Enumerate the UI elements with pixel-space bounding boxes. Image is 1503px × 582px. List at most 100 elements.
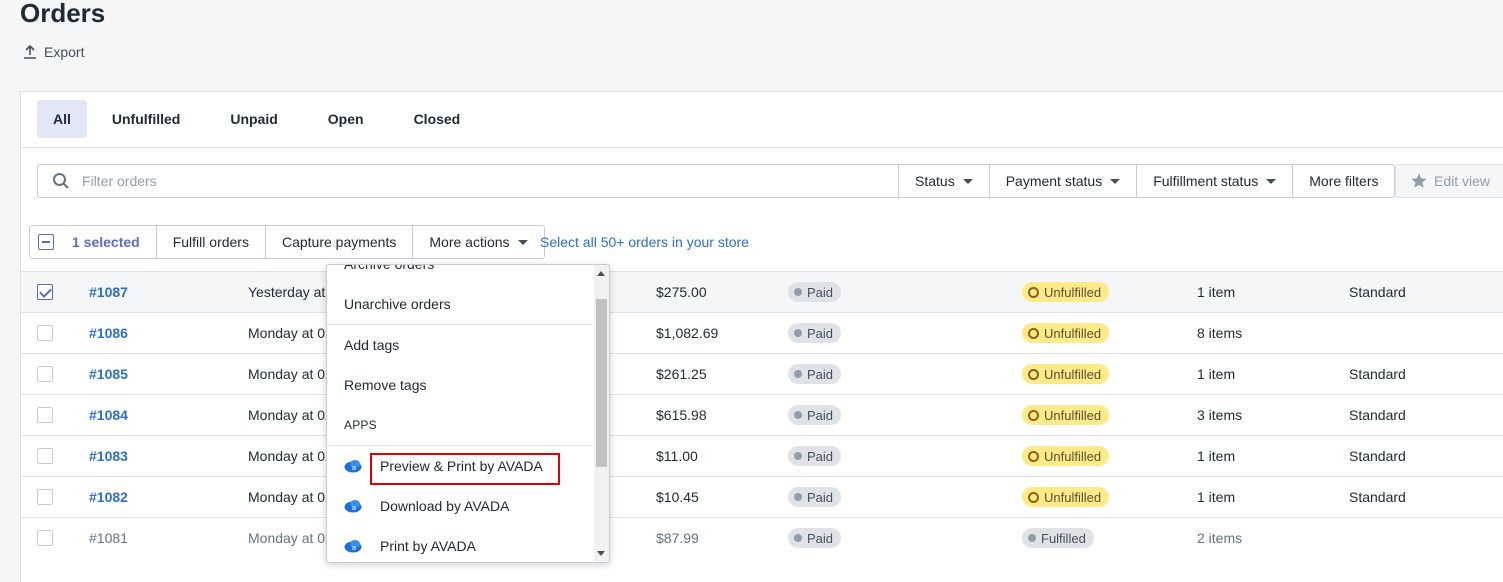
deselect-all-checkbox[interactable]: 1 selected: [29, 225, 157, 259]
select-all-link[interactable]: Select all 50+ orders in your store: [540, 225, 749, 259]
order-number[interactable]: #1085: [89, 354, 128, 394]
row-checkbox[interactable]: [37, 407, 53, 423]
order-date: Monday at 02: [248, 489, 333, 505]
order-total: $275.00: [656, 284, 707, 300]
print-avada-item[interactable]: a Print by AVADA: [327, 526, 593, 562]
preview-print-avada-item[interactable]: a Preview & Print by AVADA: [327, 446, 593, 486]
order-number[interactable]: #1081: [89, 518, 128, 558]
payment-badge: Paid: [788, 364, 842, 384]
fulfillment-status-filter-button[interactable]: Fulfillment status: [1137, 164, 1294, 198]
payment-status-filter-label: Payment status: [1005, 173, 1103, 189]
capture-payments-button[interactable]: Capture payments: [265, 225, 414, 259]
order-date: Monday at 02: [248, 325, 333, 341]
status-ring-icon: [1028, 450, 1039, 462]
search-box[interactable]: [37, 164, 899, 198]
status-dot-icon: [794, 493, 802, 501]
filter-bar: Status Payment status Fulfillment status…: [37, 164, 1396, 198]
row-checkbox[interactable]: [37, 325, 53, 341]
row-checkbox[interactable]: [37, 489, 53, 505]
order-date: Monday at 02: [248, 366, 333, 382]
fulfillment-status-text: Unfulfilled: [1044, 284, 1102, 300]
order-date: Monday at 02: [248, 407, 333, 423]
page-title: Orders: [20, 0, 106, 28]
more-actions-button[interactable]: More actions: [413, 225, 545, 259]
table-row[interactable]: #1083 Monday at 02 $11.00 Paid Unfulfill…: [21, 435, 1503, 476]
unarchive-orders-item[interactable]: Unarchive orders: [327, 284, 593, 324]
avada-app-icon: a: [344, 460, 362, 473]
order-number[interactable]: #1086: [89, 313, 128, 353]
status-dot-icon: [794, 288, 802, 296]
row-checkbox[interactable]: [37, 366, 53, 382]
order-number[interactable]: #1083: [89, 436, 128, 476]
status-dot-icon: [794, 452, 802, 460]
dropdown-scrollbar[interactable]: [594, 265, 609, 562]
tab-all[interactable]: All: [37, 100, 87, 138]
orders-table: #1087 Yesterday at 9 $275.00 Paid Unfulf…: [21, 271, 1503, 558]
delivery-method: Standard: [1349, 407, 1406, 423]
table-row[interactable]: #1082 Monday at 02 $10.45 Paid Unfulfill…: [21, 476, 1503, 517]
order-items: 1 item: [1197, 366, 1236, 382]
status-dot-icon: [794, 329, 802, 337]
delivery-method: Standard: [1349, 284, 1406, 300]
selected-count: 1 selected: [72, 234, 140, 250]
add-tags-item[interactable]: Add tags: [327, 325, 593, 365]
table-row[interactable]: #1085 Monday at 02 $261.25 Paid Unfulfil…: [21, 353, 1503, 394]
download-avada-item[interactable]: a Download by AVADA: [327, 486, 593, 526]
table-row[interactable]: #1086 Monday at 02 $1,082.69 Paid Unfulf…: [21, 312, 1503, 353]
scrollbar-thumb[interactable]: [596, 299, 607, 467]
scroll-down-arrow-icon[interactable]: [597, 551, 605, 556]
tab-unpaid[interactable]: Unpaid: [205, 100, 302, 138]
payment-status-text: Paid: [807, 325, 834, 341]
status-dot-icon: [1028, 534, 1036, 542]
order-number[interactable]: #1082: [89, 477, 128, 517]
more-actions-dropdown: Archive orders Unarchive orders Add tags…: [326, 264, 610, 563]
fulfillment-status-text: Unfulfilled: [1044, 366, 1102, 382]
remove-tags-item[interactable]: Remove tags: [327, 365, 593, 405]
fulfillment-status-text: Unfulfilled: [1044, 325, 1102, 341]
row-checkbox[interactable]: [37, 284, 53, 300]
archive-orders-item[interactable]: Archive orders: [327, 265, 593, 284]
scroll-up-arrow-icon[interactable]: [597, 271, 605, 276]
fulfillment-badge: Unfulfilled: [1022, 323, 1110, 343]
fulfill-orders-button[interactable]: Fulfill orders: [156, 225, 266, 259]
table-row[interactable]: #1084 Monday at 02 $615.98 Paid Unfulfil…: [21, 394, 1503, 435]
table-row[interactable]: #1087 Yesterday at 9 $275.00 Paid Unfulf…: [21, 271, 1503, 312]
payment-badge: Paid: [788, 323, 842, 343]
svg-text:a: a: [352, 505, 356, 512]
order-date: Yesterday at 9: [248, 284, 337, 300]
fulfillment-badge: Unfulfilled: [1022, 446, 1110, 466]
svg-text:a: a: [352, 545, 356, 552]
order-total: $87.99: [656, 530, 699, 546]
order-items: 1 item: [1197, 448, 1236, 464]
fulfillment-badge: Fulfilled: [1022, 528, 1094, 548]
delivery-method: Standard: [1349, 366, 1406, 382]
more-filters-button[interactable]: More filters: [1293, 164, 1396, 198]
caret-down-icon: [962, 178, 973, 184]
order-number[interactable]: #1084: [89, 395, 128, 435]
status-dot-icon: [794, 370, 802, 378]
order-number[interactable]: #1087: [89, 272, 128, 312]
row-checkbox[interactable]: [37, 530, 53, 546]
delivery-method: Standard: [1349, 448, 1406, 464]
payment-status-filter-button[interactable]: Payment status: [989, 164, 1138, 198]
export-icon: [24, 44, 36, 59]
caret-down-icon: [517, 239, 528, 245]
edit-view-button[interactable]: Edit view: [1395, 164, 1503, 198]
table-row[interactable]: #1081 Monday at 02 $87.99 Paid Fulfilled…: [21, 517, 1503, 558]
avada-app-icon: a: [344, 540, 362, 553]
status-filter-button[interactable]: Status: [899, 164, 990, 198]
row-checkbox[interactable]: [37, 448, 53, 464]
status-ring-icon: [1028, 368, 1039, 380]
order-total: $261.25: [656, 366, 707, 382]
order-items: 3 items: [1197, 407, 1243, 423]
tab-unfulfilled[interactable]: Unfulfilled: [87, 100, 205, 138]
payment-status-text: Paid: [807, 530, 834, 546]
payment-status-text: Paid: [807, 407, 834, 423]
order-date: Monday at 02: [248, 530, 333, 546]
search-input[interactable]: [80, 172, 864, 190]
export-button[interactable]: Export: [22, 44, 84, 60]
tab-open[interactable]: Open: [303, 100, 389, 138]
status-ring-icon: [1028, 327, 1039, 339]
avada-app-icon: a: [344, 500, 362, 513]
tab-closed[interactable]: Closed: [389, 100, 486, 138]
